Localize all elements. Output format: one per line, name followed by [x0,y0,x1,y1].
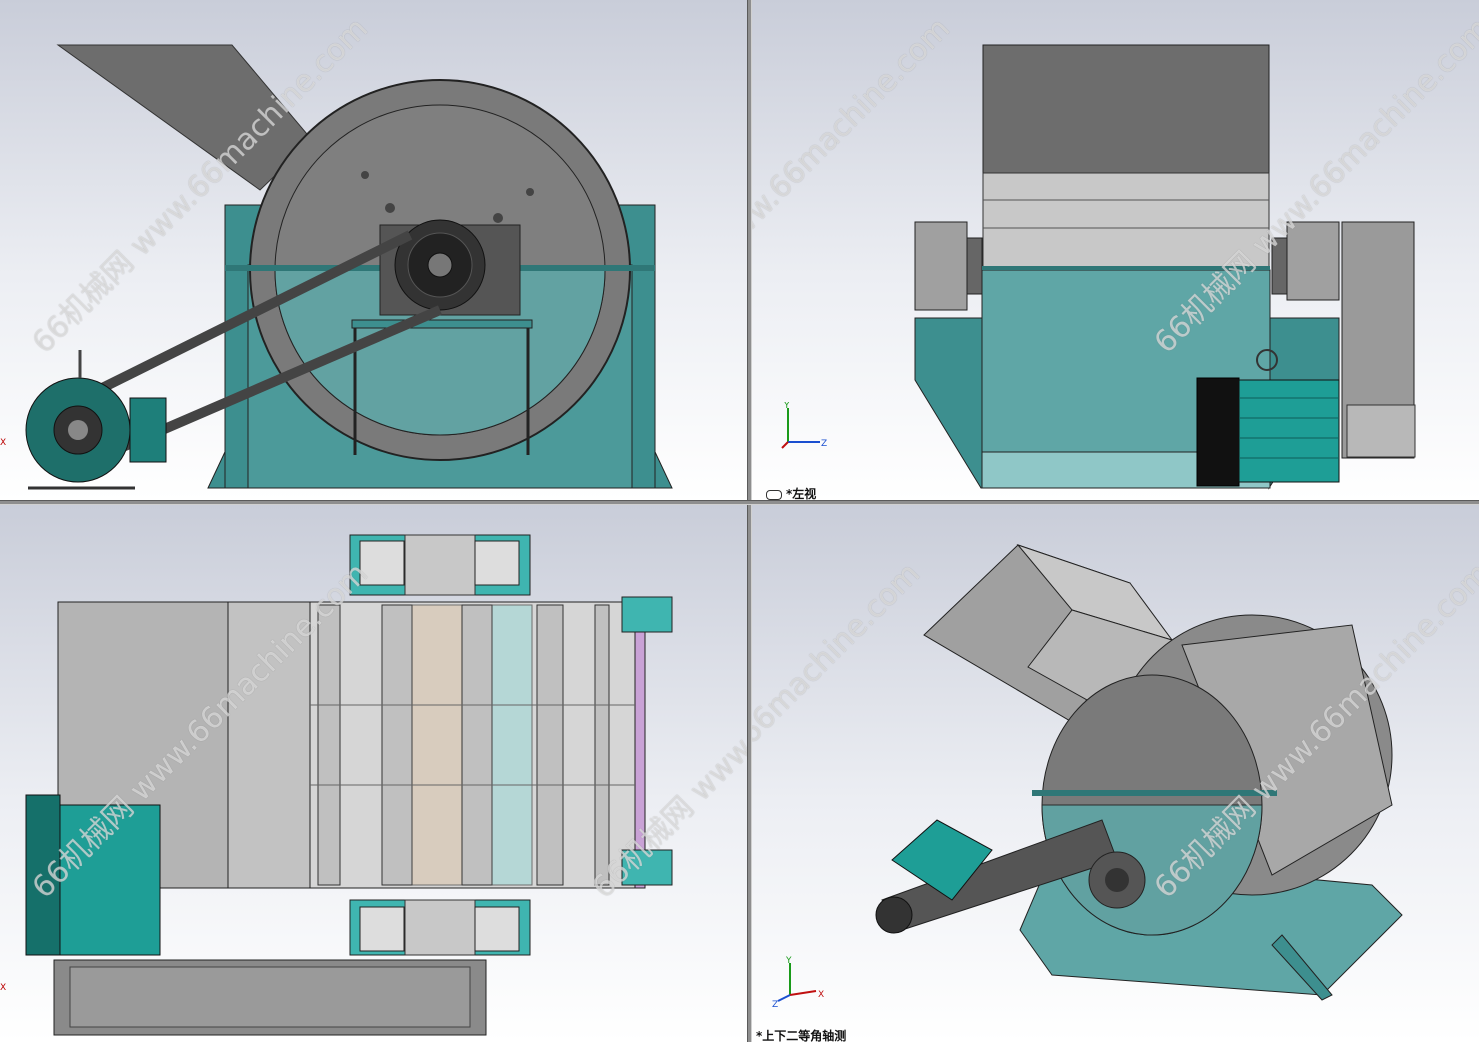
view-name-label: *左视 [766,485,816,500]
viewport-top-view[interactable]: 66机械网 www.66machine.com 66机械网 www.66mach… [0,505,747,1042]
axis-x-marker: X [0,438,7,448]
coordinate-triad-icon: Y X Z [772,956,824,1007]
view-name-text: *左视 [786,487,817,500]
viewport-splitter-horizontal[interactable] [0,500,1479,505]
viewport-front[interactable]: 66机械网 www.66machine.com X [0,0,747,500]
viewport-left-view[interactable]: 66机械网 www.66machine.com 66机械网 www.66mach… [752,0,1479,500]
triad-x-label: X [818,990,824,1000]
triad-y-label: Y [785,956,792,966]
triad-z-label: Z [821,439,827,449]
front-view-model [25,44,673,490]
view-name-label: *上下二等角轴测 [756,1029,847,1042]
viewport-splitter-vertical[interactable] [747,0,752,1042]
isometric-view-model [875,543,1403,1001]
top-view-model [25,534,673,1036]
triad-y-label: Y [783,402,790,411]
camera-icon [766,489,782,500]
viewport-isometric[interactable]: 66机械网 www.66machine.com 66机械网 www.66mach… [752,505,1479,1042]
left-view-model [914,44,1416,490]
coordinate-triad-icon: Y Z [781,402,827,449]
triad-z-label: Z [772,1000,778,1007]
axis-x-marker: X [0,983,7,993]
